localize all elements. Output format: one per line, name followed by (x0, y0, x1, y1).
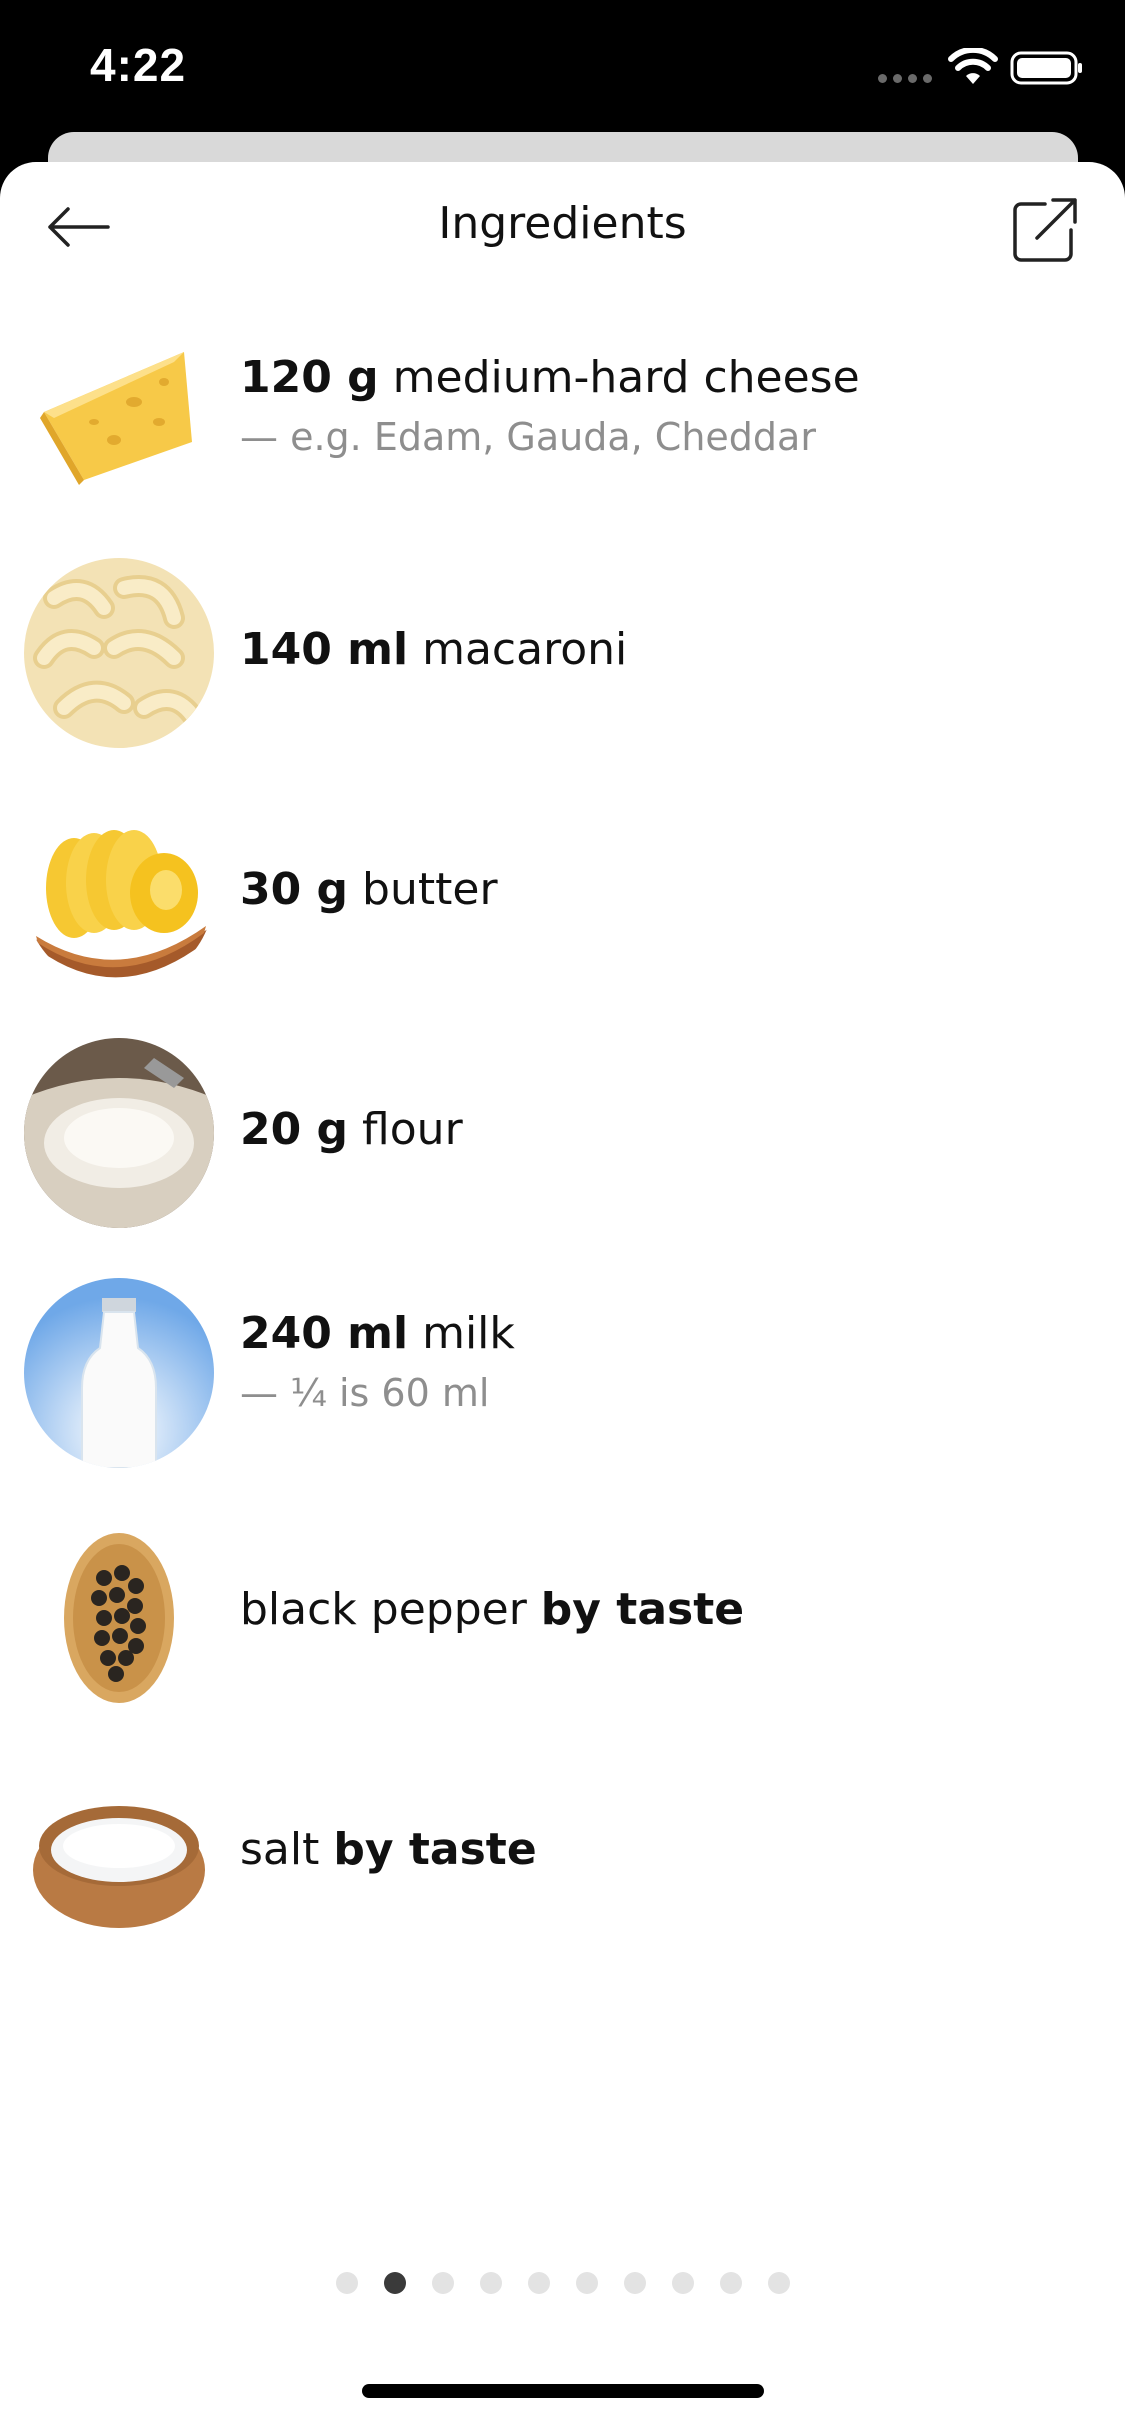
milk-image (24, 1278, 214, 1468)
nav-bar: Ingredients (0, 162, 1125, 297)
page-dot-active[interactable] (383, 2272, 406, 2294)
share-button[interactable] (1005, 192, 1085, 268)
macaroni-image (24, 558, 214, 748)
status-bar: 4:22 (0, 0, 1125, 140)
ingredient-amount: by taste (333, 1824, 537, 1875)
page-dot[interactable] (575, 2272, 598, 2294)
ingredient-note: — e.g. Edam, Gauda, Cheddar (240, 415, 816, 459)
page-title: Ingredients (438, 198, 687, 249)
page-dot[interactable] (671, 2272, 694, 2294)
ingredient-item[interactable]: 120 g medium-hard cheese — e.g. Edam, Ga… (0, 322, 1125, 522)
ingredient-amount: 30 g (240, 864, 349, 915)
ingredient-name: medium-hard cheese (392, 352, 860, 403)
page-dot[interactable] (719, 2272, 742, 2294)
wifi-icon (948, 48, 998, 84)
page-indicator (0, 2272, 1125, 2296)
ingredient-name: macaroni (422, 624, 628, 675)
page-dot[interactable] (431, 2272, 454, 2294)
black-pepper-image (24, 1518, 214, 1708)
ingredient-item[interactable]: 30 g butter (0, 798, 1125, 998)
battery-icon (1010, 51, 1082, 85)
ingredient-item[interactable]: 240 ml milk — ¼ is 60 ml (0, 1278, 1125, 1478)
ingredients-sheet: Ingredients 120 g medium-hard cheese — e… (0, 162, 1125, 2436)
ingredient-amount: 140 ml (240, 624, 409, 675)
page-dot[interactable] (527, 2272, 550, 2294)
ingredient-amount: 20 g (240, 1104, 349, 1155)
ingredient-amount: 240 ml (240, 1308, 409, 1359)
ingredient-name: flour (362, 1104, 463, 1155)
ingredient-name: milk (422, 1308, 515, 1359)
page-dot[interactable] (767, 2272, 790, 2294)
ingredient-note: — ¼ is 60 ml (240, 1371, 490, 1415)
salt-image (24, 1758, 214, 1948)
status-time: 4:22 (90, 39, 187, 91)
ingredient-item[interactable]: 20 g flour (0, 1038, 1125, 1238)
page-dot[interactable] (623, 2272, 646, 2294)
ingredient-name: black pepper (240, 1584, 527, 1635)
ingredient-item[interactable]: salt by taste (0, 1758, 1125, 1958)
ingredient-name: butter (362, 864, 498, 915)
share-external-icon (1013, 198, 1077, 262)
butter-image (24, 798, 214, 988)
ingredient-amount: 120 g (240, 352, 379, 403)
flour-image (24, 1038, 214, 1228)
ingredient-item[interactable]: 140 ml macaroni (0, 558, 1125, 758)
cellular-signal-icon (878, 74, 934, 84)
ingredient-name: salt (240, 1824, 320, 1875)
page-dot[interactable] (335, 2272, 358, 2294)
home-indicator[interactable] (362, 2384, 764, 2398)
ingredient-item[interactable]: black pepper by taste (0, 1518, 1125, 1718)
page-dot[interactable] (479, 2272, 502, 2294)
ingredient-amount: by taste (540, 1584, 745, 1635)
cheese-image (24, 322, 214, 512)
